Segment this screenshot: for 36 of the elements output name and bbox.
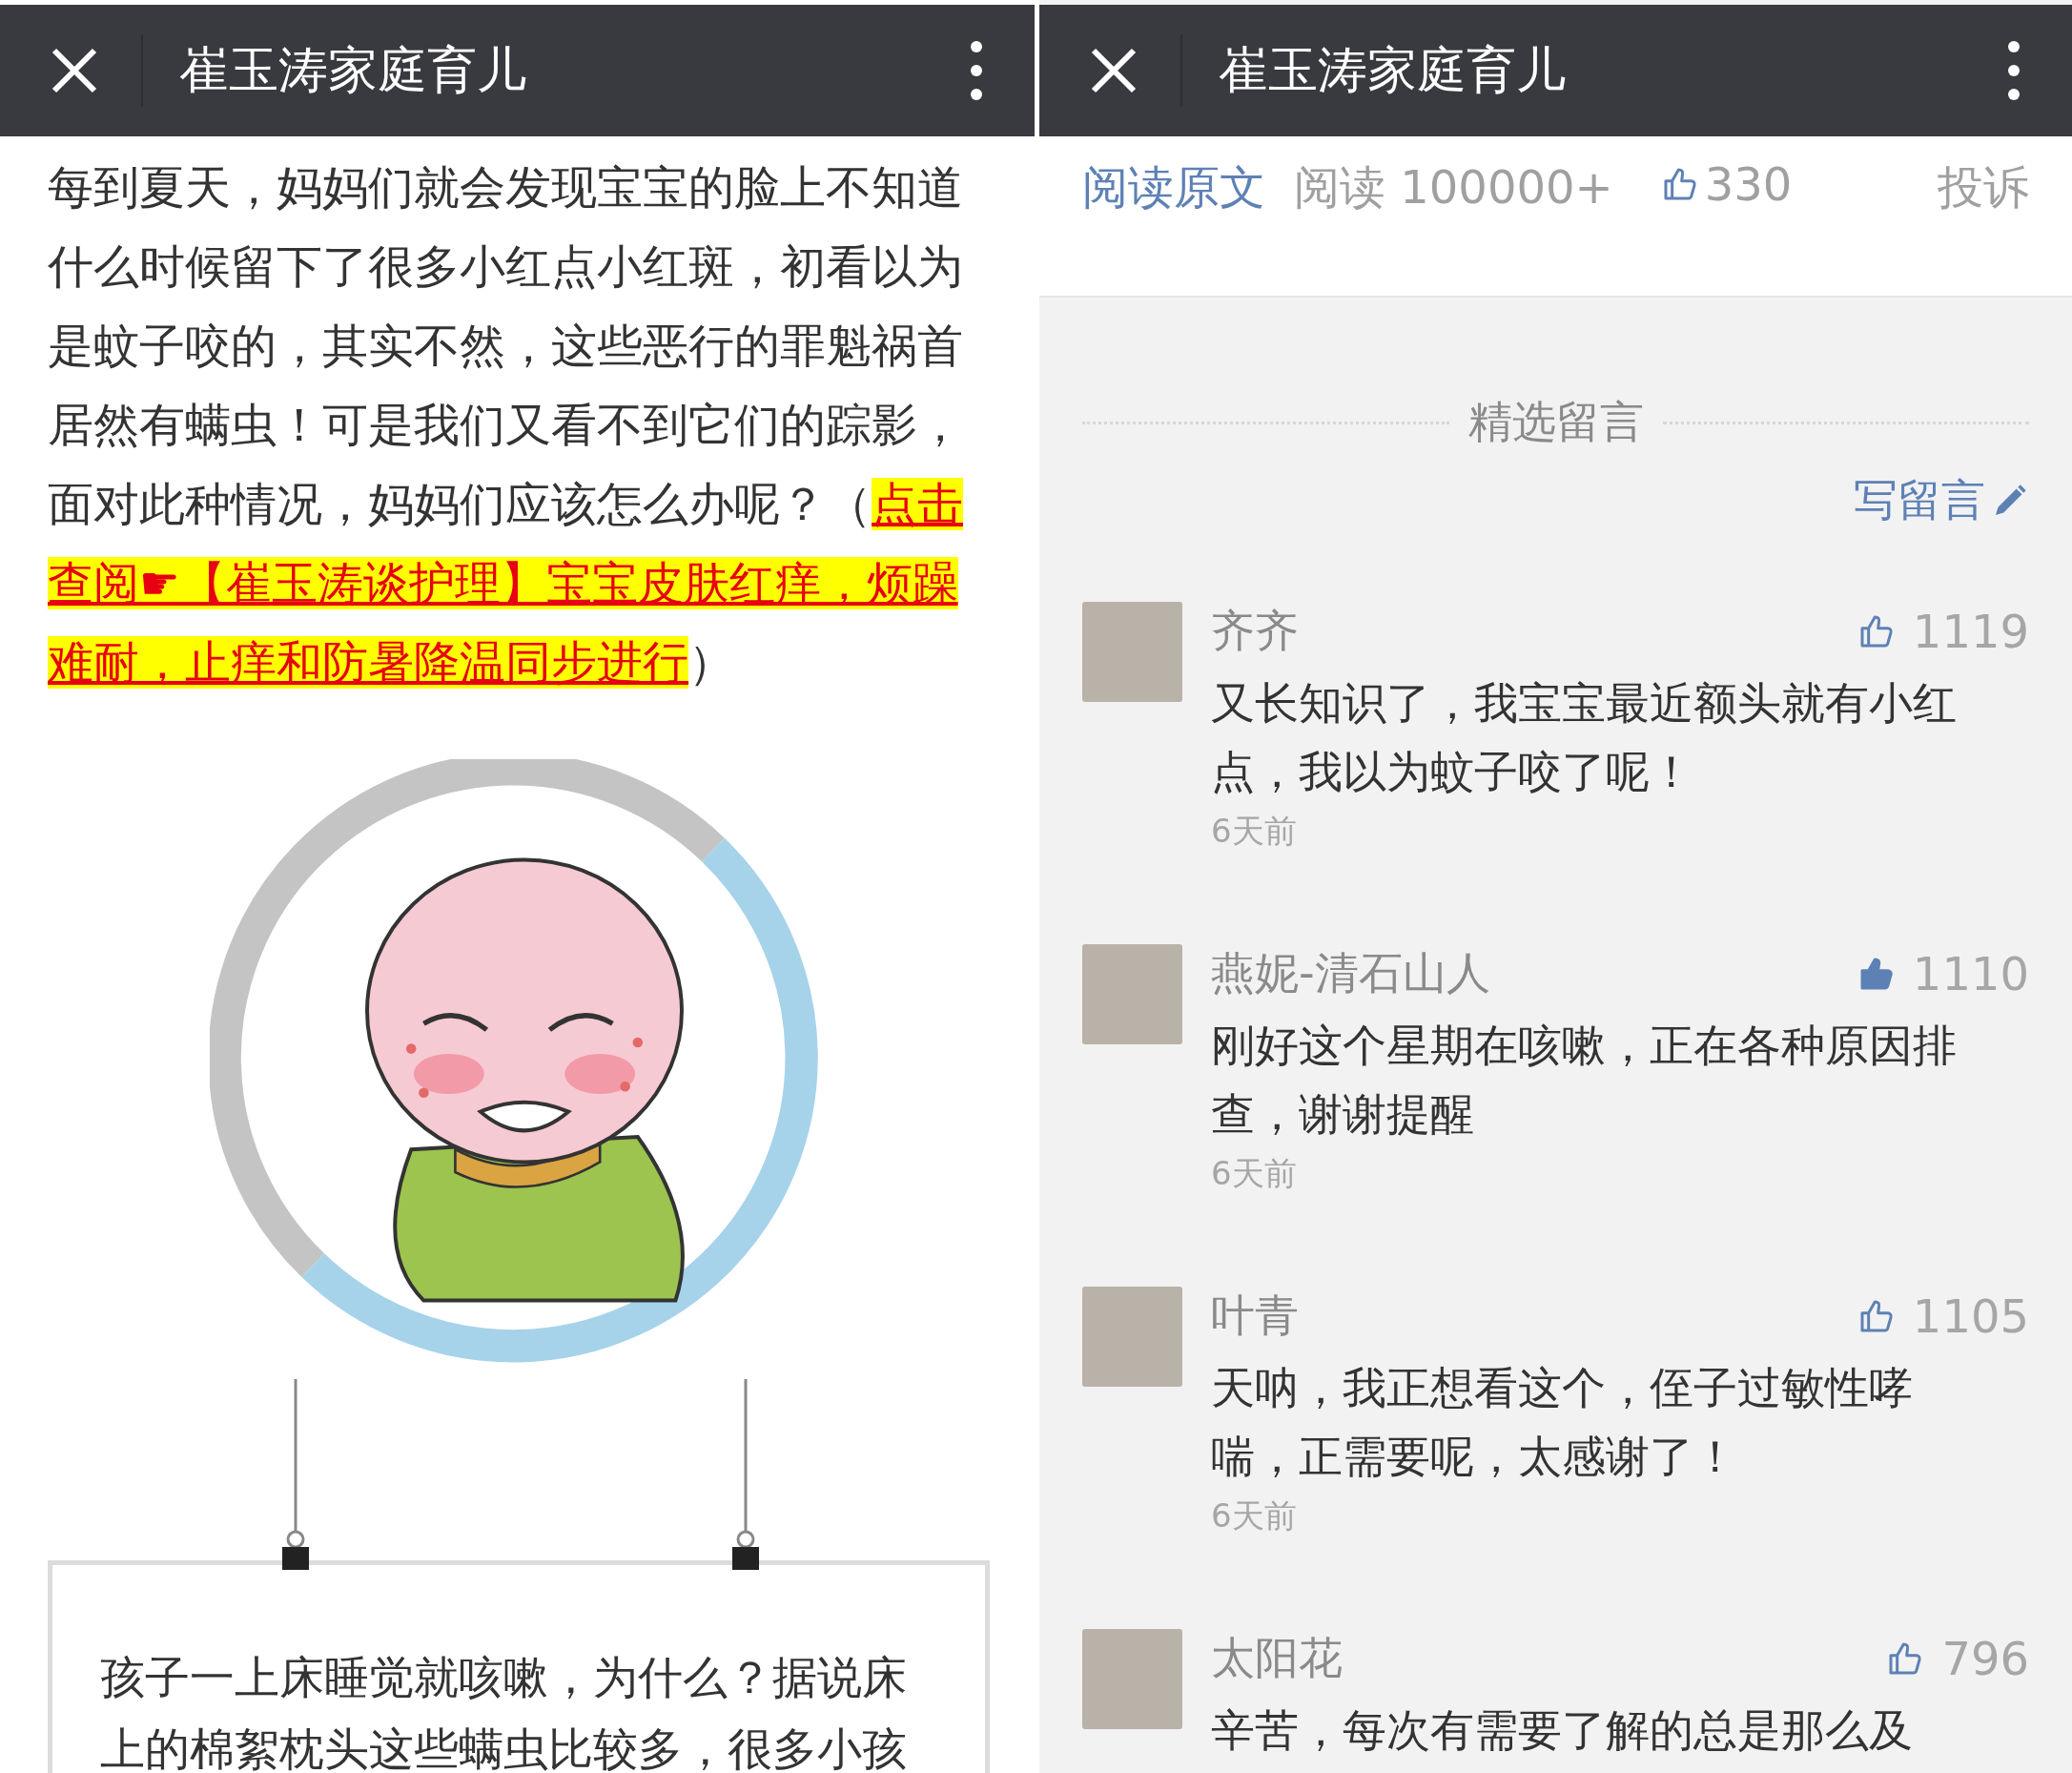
close-icon: [1090, 47, 1138, 94]
window-title: 崔玉涛家庭育儿: [1219, 40, 1567, 100]
commenter-name: 燕妮-清石山人: [1211, 946, 1490, 1000]
close-icon: [51, 47, 98, 94]
menu-button[interactable]: [2007, 40, 2021, 101]
article-link[interactable]: 查阅☛【崔玉涛谈护理】宝宝皮肤红痒，烦躁: [48, 557, 958, 609]
commenter-name: 叶青: [1211, 1289, 1299, 1343]
write-comment-button[interactable]: 写留言: [1854, 471, 2029, 530]
comment-text: 辛苦，每次有需要了解的总是那么及: [1211, 1703, 1914, 1758]
comment-like-button[interactable]: 1119: [1857, 605, 2029, 658]
comment-text: 刚好这个星期在咳嗽，正在各种原因排查，谢谢提醒: [1211, 1019, 1958, 1142]
section-title: 精选留言: [1467, 395, 1644, 449]
article-paragraph: 每到夏天，妈妈们就会发现宝宝的脸上不知道什么时候留下了很多小红点小红斑，初看以为是蚊子咬的，其实不然，这些恶行的罪魁祸首居然有螨虫！可是我们又看不到它们的踪影，面对此种情况，妈妈们应该怎么办呢？（点击 查阅☛【崔玉涛谈护理】宝宝皮肤红痒，烦躁 难耐，止痒和防暑降温同步进行）: [48, 160, 964, 691]
comment-time: 6天前: [1211, 1495, 1298, 1536]
comment-text: 天呐，我正想看这个，侄子过敏性哮喘，正需要呢，太感谢了！: [1211, 1361, 1914, 1484]
more-icon: [2007, 40, 2021, 101]
comment-time: 6天前: [1211, 811, 1298, 852]
more-icon: [970, 40, 983, 101]
window-title: 崔玉涛家庭育儿: [179, 40, 527, 100]
comment-like-button[interactable]: 1105: [1857, 1289, 2029, 1343]
close-button[interactable]: [51, 47, 98, 94]
report-link[interactable]: 投诉: [1938, 157, 2029, 218]
card-text: 孩子一上床睡觉就咳嗽，为什么？据说床上的棉絮枕头这些螨虫比较多，很多小孩: [100, 1650, 908, 1773]
read-original-link[interactable]: 阅读原文: [1082, 157, 1265, 218]
comment-time: 6天前: [1211, 1153, 1298, 1194]
comment-like-button[interactable]: 796: [1886, 1632, 2029, 1685]
commenter-name: 齐齐: [1211, 604, 1299, 658]
close-button[interactable]: [1090, 47, 1138, 94]
comment-text: 又长知识了，我宝宝最近额头就有小红点，我以为蚊子咬了呢！: [1211, 676, 1958, 799]
like-button[interactable]: 330: [1660, 157, 1793, 211]
article-link[interactable]: 难耐，止痒和防暑降温同步进行: [48, 636, 688, 689]
read-count: 阅读 100000+: [1294, 159, 1613, 216]
commenter-name: 太阳花: [1211, 1631, 1343, 1685]
article-link[interactable]: 点击: [872, 478, 963, 530]
menu-button[interactable]: [970, 40, 983, 101]
comment-like-button[interactable]: 1110: [1857, 947, 2029, 1000]
